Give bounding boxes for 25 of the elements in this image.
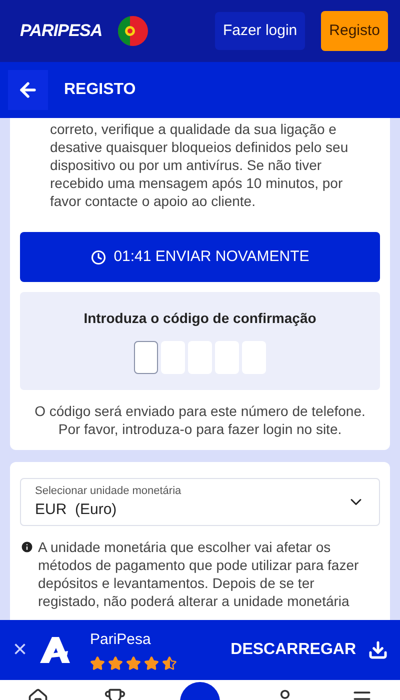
page-title: REGISTO [64, 80, 136, 100]
star-icon [162, 656, 177, 671]
back-button[interactable] [8, 70, 48, 110]
star-icon [144, 656, 159, 671]
code-title: Introduza o código de confirmação [84, 309, 316, 328]
code-digit-field[interactable] [134, 341, 158, 374]
currency-select[interactable]: Selecionar unidade monetária EUR (Euro) [20, 478, 380, 526]
currency-info-text: A unidade monetária que escolher vai afetar os métodos de pagamento que pode utilizar para fazer depósitos e levantamentos. Depois de se ter registado, não poderá alterar a unidade monetária [38, 538, 359, 610]
logo[interactable]: PARIPESA [20, 18, 102, 44]
info-icon [20, 540, 34, 554]
flag-icon[interactable] [118, 16, 148, 46]
star-icon [126, 656, 141, 671]
instructions-paragraph: correto, verifique a qualidade da sua ligação e desative quaisquer bloqueios definidos pelo seu dispositivo ou por um antivírus. Se não tiver recebido uma mensagem após 10 minutos, por favor contacte o apoio ao cliente. [49, 120, 350, 210]
clock-icon [90, 250, 106, 264]
resend-button[interactable]: 01:41 ENVIAR NOVAMENTE [20, 232, 380, 282]
app-name: PariPesa [90, 630, 152, 650]
app-logo-icon [40, 637, 70, 663]
register-button[interactable]: Registo [321, 11, 388, 51]
download-icon [368, 640, 388, 660]
star-icon [108, 656, 123, 671]
star-icon [90, 656, 105, 671]
download-button[interactable]: DESCARREGAR [230, 638, 388, 662]
code-note: O código será enviado para este número de telefone. Por favor, introduza-o para fazer login no site. [34, 402, 366, 438]
close-button[interactable]: × [12, 638, 28, 662]
login-button[interactable]: Fazer login [214, 12, 306, 50]
